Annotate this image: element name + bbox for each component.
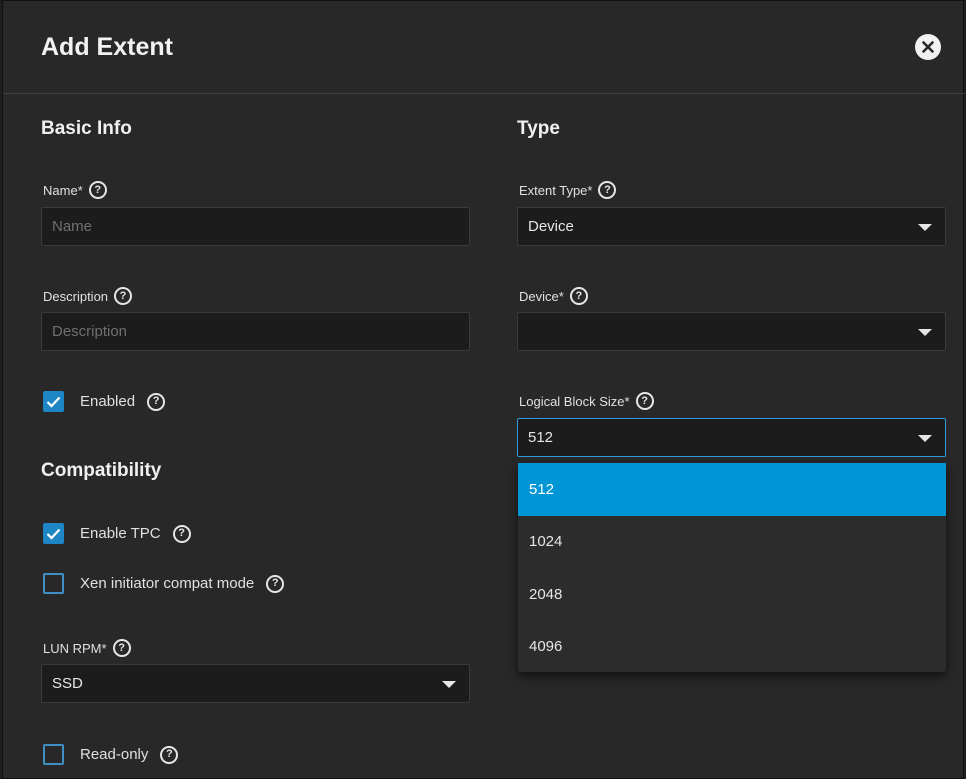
- lun-rpm-help-icon[interactable]: ?: [112, 639, 131, 657]
- enable-tpc-label: Enable TPC: [80, 525, 161, 542]
- dropdown-option-4096[interactable]: 4096: [518, 621, 946, 674]
- xen-compat-row: Xen initiator compat mode ?: [43, 573, 285, 594]
- dialog-title: Add Extent: [41, 33, 173, 61]
- type-title: Type: [517, 118, 560, 139]
- check-icon: [46, 528, 61, 540]
- chevron-down-icon: [918, 435, 932, 442]
- enabled-help-icon[interactable]: ?: [147, 392, 166, 411]
- enable-tpc-row: Enable TPC ?: [43, 523, 191, 544]
- chevron-down-icon: [442, 681, 456, 688]
- chevron-down-icon: [918, 224, 932, 231]
- chevron-down-icon: [918, 329, 932, 336]
- extent-type-value: Device: [528, 218, 574, 235]
- lun-rpm-select[interactable]: SSD: [41, 664, 470, 703]
- read-only-help-icon[interactable]: ?: [160, 745, 179, 764]
- xen-compat-checkbox[interactable]: [43, 573, 64, 594]
- read-only-label: Read-only: [80, 746, 149, 763]
- name-label: Name* ?: [43, 181, 107, 199]
- basic-info-title: Basic Info: [41, 118, 132, 139]
- enabled-label: Enabled: [80, 393, 136, 410]
- device-help-icon[interactable]: ?: [569, 287, 588, 305]
- enabled-checkbox[interactable]: [43, 391, 64, 412]
- enable-tpc-checkbox[interactable]: [43, 523, 64, 544]
- read-only-row: Read-only ?: [43, 744, 179, 765]
- dropdown-option-1024[interactable]: 1024: [518, 516, 946, 569]
- add-extent-dialog: Add Extent Basic Info Name* ? Descriptio…: [2, 0, 965, 779]
- enable-tpc-help-icon[interactable]: ?: [172, 524, 191, 543]
- lun-rpm-value: SSD: [52, 675, 83, 692]
- logical-block-size-help-icon[interactable]: ?: [635, 392, 654, 410]
- description-help-icon[interactable]: ?: [114, 287, 133, 305]
- logical-block-size-label: Logical Block Size* ?: [519, 392, 654, 410]
- dialog-header: Add Extent: [3, 1, 965, 94]
- xen-compat-help-icon[interactable]: ?: [266, 574, 285, 593]
- description-input[interactable]: [41, 312, 470, 351]
- name-input[interactable]: [41, 207, 470, 246]
- lun-rpm-label: LUN RPM* ?: [43, 639, 131, 657]
- check-icon: [46, 396, 61, 408]
- read-only-checkbox[interactable]: [43, 744, 64, 765]
- extent-type-label: Extent Type* ?: [519, 181, 617, 199]
- dropdown-option-2048[interactable]: 2048: [518, 568, 946, 621]
- xen-compat-label: Xen initiator compat mode: [80, 575, 255, 592]
- device-label: Device* ?: [519, 287, 588, 305]
- logical-block-size-dropdown: 512 1024 2048 4096: [518, 463, 946, 672]
- extent-type-help-icon[interactable]: ?: [598, 181, 617, 199]
- logical-block-size-value: 512: [528, 429, 554, 446]
- compatibility-title: Compatibility: [41, 460, 162, 481]
- extent-type-select[interactable]: Device: [517, 207, 946, 246]
- description-label: Description ?: [43, 287, 133, 305]
- enabled-row: Enabled ?: [43, 391, 166, 412]
- logical-block-size-select[interactable]: 512: [517, 418, 946, 457]
- dropdown-option-512[interactable]: 512: [518, 463, 946, 516]
- close-icon: [922, 41, 934, 53]
- name-help-icon[interactable]: ?: [88, 181, 107, 199]
- close-button[interactable]: [915, 34, 941, 60]
- device-select[interactable]: [517, 312, 946, 351]
